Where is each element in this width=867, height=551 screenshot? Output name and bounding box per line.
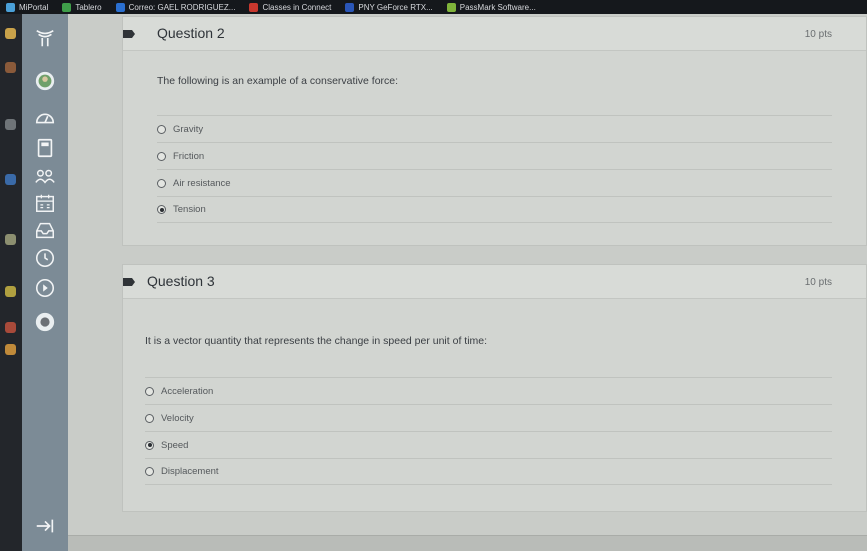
miportal-icon (6, 2, 15, 12)
bookmark-label: MiPortal (19, 2, 49, 12)
dashboard-icon[interactable] (33, 106, 57, 130)
answer-label: Tension (173, 204, 206, 215)
answer-label: Gravity (173, 123, 204, 135)
pny-icon (345, 2, 355, 12)
answer-label: Air resistance (173, 177, 231, 189)
question-points: 10 pts (804, 29, 832, 40)
account-icon[interactable] (33, 69, 57, 93)
quiz-content: Question 2 10 pts The following is an ex… (68, 14, 867, 551)
question-text: The following is an example of a conserv… (157, 75, 399, 87)
answer-option[interactable]: Displacement (145, 458, 832, 485)
logo-icon[interactable] (33, 26, 57, 50)
bookmark-label: PNY GeForce RTX... (358, 2, 433, 12)
collapse-arrow-icon[interactable] (33, 514, 57, 538)
answer-option[interactable]: Gravity (157, 115, 832, 142)
bookmark-passmark[interactable]: PassMark Software... (446, 2, 536, 12)
question-title: Question 2 (157, 25, 225, 41)
inbox-icon[interactable] (33, 218, 57, 242)
calendar-icon[interactable] (33, 191, 57, 215)
history-icon[interactable] (33, 246, 57, 270)
answer-label: Acceleration (161, 385, 214, 397)
app-icon (5, 28, 16, 39)
passmark-icon (446, 2, 456, 12)
question-header: Question 3 10 pts (123, 265, 866, 299)
app-icon (5, 174, 16, 185)
global-nav (22, 14, 68, 551)
app-icon (5, 322, 16, 333)
bookmark-label: Classes in Connect (262, 2, 332, 12)
question-text: It is a vector quantity that represents … (145, 335, 488, 347)
radio-button[interactable] (145, 386, 154, 396)
answer-option[interactable]: Air resistance (157, 169, 832, 196)
radio-button[interactable] (145, 413, 154, 423)
radio-button-selected[interactable] (145, 440, 154, 450)
studio-icon[interactable] (33, 276, 57, 300)
bookmark-classes[interactable]: Classes in Connect (249, 2, 332, 12)
desktop-edge (0, 14, 22, 551)
answer-label: Friction (173, 150, 205, 162)
bookmark-pny[interactable]: PNY GeForce RTX... (345, 2, 433, 12)
question-points: 10 pts (804, 277, 832, 288)
answer-option-selected[interactable]: Speed (145, 431, 832, 458)
bookmark-label: PassMark Software... (459, 2, 536, 12)
app-icon (5, 234, 16, 245)
groups-icon[interactable] (33, 164, 57, 188)
answer-option-selected[interactable]: Tension (157, 196, 832, 223)
bookmarks-bar: MiPortal Tablero Correo: GAEL RODRIGUEZ.… (0, 0, 867, 14)
bookmark-miportal[interactable]: MiPortal (6, 2, 49, 12)
question-card: Question 2 10 pts The following is an ex… (122, 16, 867, 246)
radio-button[interactable] (157, 178, 166, 188)
radio-button[interactable] (157, 151, 166, 161)
app-icon (5, 286, 16, 297)
connect-icon (249, 2, 259, 12)
bottom-bar (68, 535, 867, 551)
flag-icon[interactable] (123, 30, 135, 38)
outlook-icon (115, 2, 125, 12)
answer-label: Velocity (161, 412, 194, 424)
radio-button[interactable] (157, 124, 166, 134)
bookmark-tablero[interactable]: Tablero (62, 2, 102, 12)
answer-label: Speed (161, 439, 189, 451)
bookmark-label: Tablero (75, 2, 102, 12)
app-icon (5, 62, 16, 73)
question-card: Question 3 10 pts It is a vector quantit… (122, 264, 867, 512)
bookmark-correo[interactable]: Correo: GAEL RODRIGUEZ... (115, 2, 236, 12)
question-title: Question 3 (147, 273, 215, 289)
flag-icon[interactable] (123, 278, 135, 286)
bookmark-label: Correo: GAEL RODRIGUEZ... (128, 2, 236, 12)
answer-list: Acceleration Velocity Speed Displacement (123, 377, 866, 485)
help-icon[interactable] (33, 310, 57, 334)
answer-option[interactable]: Friction (157, 142, 832, 169)
answer-list: Gravity Friction Air resistance Tension (123, 115, 866, 223)
radio-button[interactable] (145, 467, 154, 476)
question-header: Question 2 10 pts (123, 17, 866, 51)
answer-label: Displacement (161, 466, 219, 477)
radio-button-selected[interactable] (157, 205, 166, 214)
courses-icon[interactable] (33, 136, 57, 160)
answer-option[interactable]: Acceleration (145, 377, 832, 404)
answer-option[interactable]: Velocity (145, 404, 832, 431)
app-icon (5, 344, 16, 355)
app-icon (5, 119, 16, 130)
tablero-icon (62, 2, 72, 12)
